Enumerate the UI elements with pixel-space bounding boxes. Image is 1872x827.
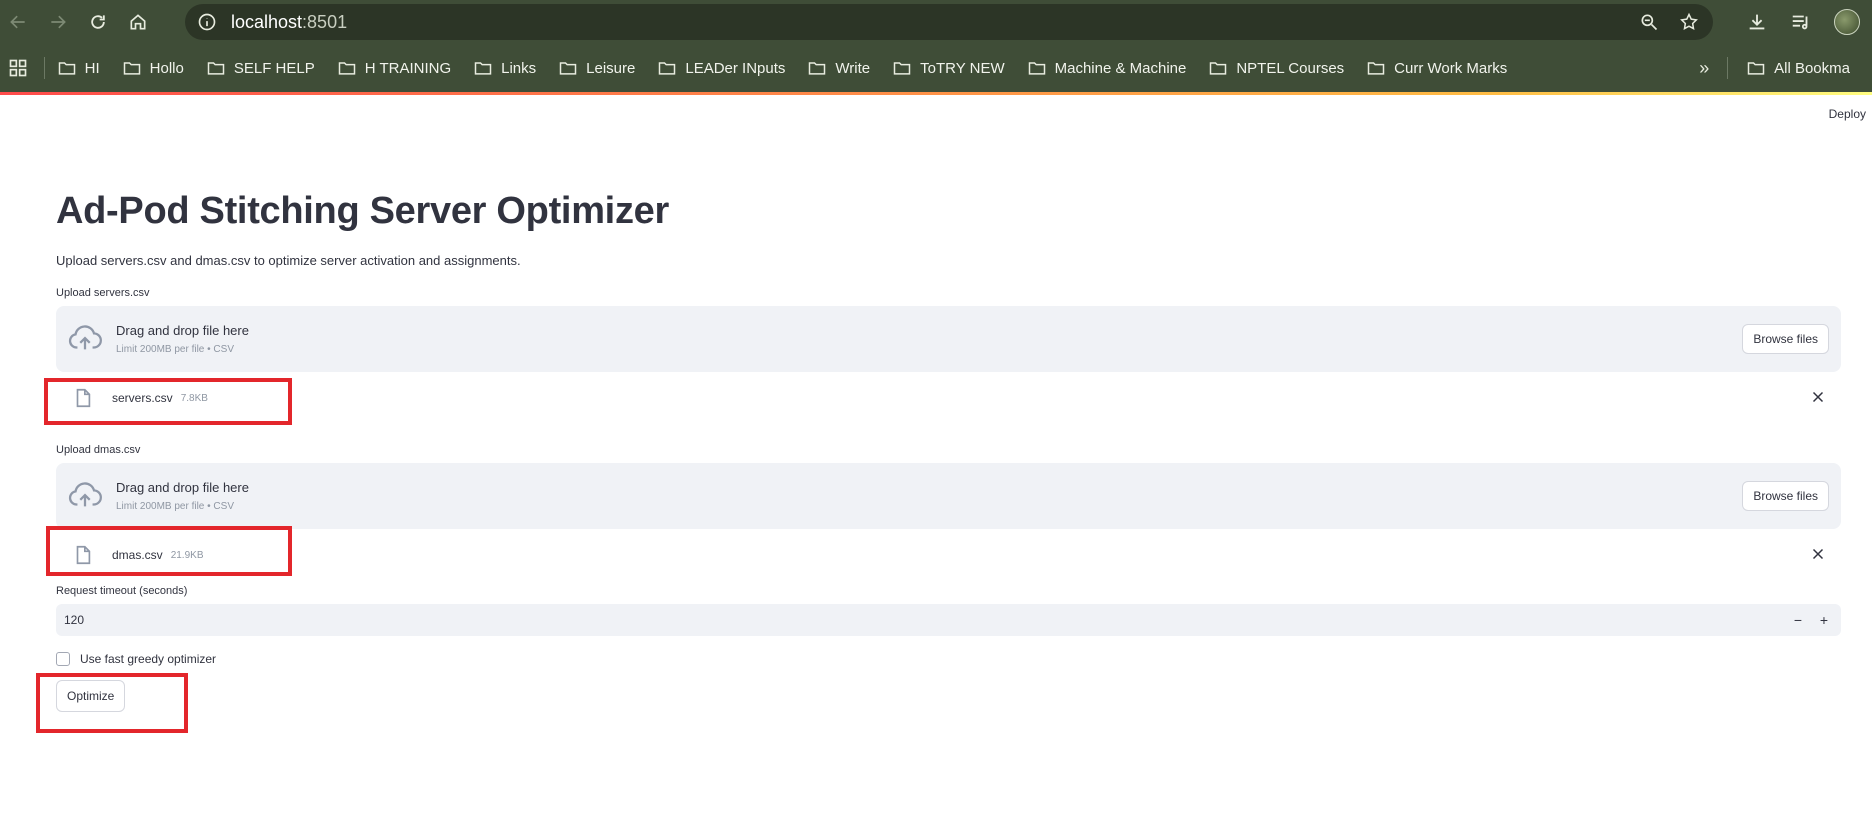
increment-button[interactable]: +	[1811, 604, 1837, 636]
bookmark-folder[interactable]: Links	[473, 58, 536, 78]
page-subtitle: Upload servers.csv and dmas.csv to optim…	[56, 253, 521, 268]
bookmark-list: HI Hollo SELF HELP H TRAINING Links Leisure LE…	[57, 58, 1530, 78]
dmas-upload-label: Upload dmas.csv	[56, 444, 141, 456]
dropzone-instructions: Drag and drop file here	[116, 323, 249, 338]
zoom-icon[interactable]	[1639, 12, 1659, 32]
main-content: Ad-Pod Stitching Server Optimizer Upload…	[56, 190, 1841, 712]
bookmark-folder[interactable]: NPTEL Courses	[1208, 58, 1344, 78]
bookmark-label: SELF HELP	[233, 59, 315, 77]
greedy-optimizer-label: Use fast greedy optimizer	[80, 652, 217, 666]
folder-icon	[58, 62, 75, 75]
bookmark-folder[interactable]: ToTRY NEW	[892, 58, 1005, 78]
folder-icon	[207, 62, 225, 75]
folder-icon	[1028, 62, 1045, 75]
dropzone-limit: Limit 200MB per file • CSV	[116, 344, 234, 355]
browser-toolbar: localhost:8501	[0, 0, 1872, 44]
bookmark-separator	[43, 57, 45, 79]
browse-files-button[interactable]: Browse files	[1742, 481, 1829, 511]
bookmark-folder[interactable]: SELF HELP	[206, 58, 315, 78]
bookmark-folder[interactable]: HI	[57, 58, 100, 78]
bookmark-folder[interactable]: H TRAINING	[337, 58, 451, 78]
bookmark-label: H TRAINING	[364, 59, 452, 77]
bookmark-folder[interactable]: Leisure	[558, 58, 635, 78]
site-info-icon[interactable]	[197, 12, 217, 32]
address-bar[interactable]: localhost:8501	[185, 4, 1713, 40]
timeout-number-input: − +	[56, 604, 1841, 636]
star-icon[interactable]	[1679, 12, 1699, 32]
page-title: Ad-Pod Stitching Server Optimizer	[56, 190, 669, 232]
folder-icon	[123, 62, 140, 75]
folder-icon	[474, 62, 492, 75]
browse-files-button[interactable]: Browse files	[1742, 324, 1829, 354]
uploaded-file-row: servers.csv 7.8KB	[56, 372, 1841, 424]
dmas-dropzone[interactable]: Drag and drop file here Limit 200MB per …	[56, 463, 1841, 529]
folder-icon	[559, 62, 577, 75]
profile-avatar[interactable]	[1834, 9, 1860, 35]
download-icon[interactable]	[1746, 11, 1768, 33]
bookmark-folder[interactable]: Curr Work Marks	[1366, 58, 1507, 78]
bookmark-label: HI	[84, 59, 100, 77]
folder-icon	[1210, 62, 1227, 75]
folder-icon	[809, 62, 826, 75]
url-host: localhost	[231, 11, 303, 32]
folder-icon	[1367, 62, 1385, 75]
bookmark-folder[interactable]: Hollo	[122, 58, 184, 78]
apps-grid-icon[interactable]	[0, 58, 36, 78]
timeout-label: Request timeout (seconds)	[56, 585, 188, 597]
timeout-input[interactable]	[64, 613, 364, 627]
greedy-optimizer-option[interactable]: Use fast greedy optimizer	[56, 652, 1841, 666]
dropzone-limit: Limit 200MB per file • CSV	[116, 501, 234, 512]
decrement-button[interactable]: −	[1785, 604, 1811, 636]
folder-icon	[1747, 62, 1765, 75]
url-port: :8501	[302, 11, 348, 32]
deploy-button[interactable]: Deploy	[1829, 107, 1866, 121]
all-bookmarks-folder[interactable]: All Bookma	[1746, 58, 1850, 78]
app-header-decoration	[0, 92, 1872, 95]
bookmark-folder[interactable]: LEADer INputs	[657, 58, 785, 78]
highlight-box	[36, 673, 188, 733]
servers-dropzone[interactable]: Drag and drop file here Limit 200MB per …	[56, 306, 1841, 372]
bookmark-label: All Bookma	[1774, 59, 1850, 77]
dropzone-instructions: Drag and drop file here	[116, 480, 249, 495]
url-text[interactable]: localhost:8501	[231, 12, 347, 33]
back-icon[interactable]	[0, 2, 38, 42]
reload-icon[interactable]	[78, 2, 118, 42]
highlight-box	[46, 526, 292, 576]
bookmark-label: Links	[501, 59, 537, 77]
bookmarks-bar: HI Hollo SELF HELP H TRAINING Links Leisure LE…	[0, 44, 1872, 92]
bookmark-label: NPTEL Courses	[1236, 59, 1345, 77]
bookmark-label: Write	[835, 59, 871, 77]
remove-file-icon[interactable]	[1809, 388, 1827, 406]
bookmarks-overflow-icon[interactable]: »	[1699, 58, 1709, 79]
remove-file-icon[interactable]	[1809, 545, 1827, 563]
bookmark-label: Curr Work Marks	[1394, 59, 1508, 77]
bookmark-label: LEADer INputs	[685, 59, 786, 77]
folder-icon	[338, 62, 355, 75]
forward-icon[interactable]	[38, 2, 78, 42]
media-queue-icon[interactable]	[1790, 11, 1812, 33]
folder-icon	[893, 62, 911, 75]
greedy-optimizer-checkbox[interactable]	[56, 652, 70, 666]
bookmark-label: Machine & Machine	[1054, 59, 1187, 77]
upload-cloud-icon	[68, 482, 102, 507]
bookmark-folder[interactable]: Machine & Machine	[1027, 58, 1187, 78]
servers-upload-label: Upload servers.csv	[56, 287, 150, 299]
home-icon[interactable]	[118, 2, 158, 42]
uploaded-file-row: dmas.csv 21.9KB	[56, 529, 1841, 581]
folder-icon	[659, 62, 676, 75]
highlight-box	[44, 378, 292, 425]
upload-cloud-icon	[68, 325, 102, 350]
bookmark-folder[interactable]: Write	[807, 58, 870, 78]
bookmark-label: Hollo	[149, 59, 184, 77]
bookmark-label: Leisure	[586, 59, 636, 77]
bookmark-separator	[1727, 57, 1729, 79]
bookmark-label: ToTRY NEW	[920, 59, 1005, 77]
